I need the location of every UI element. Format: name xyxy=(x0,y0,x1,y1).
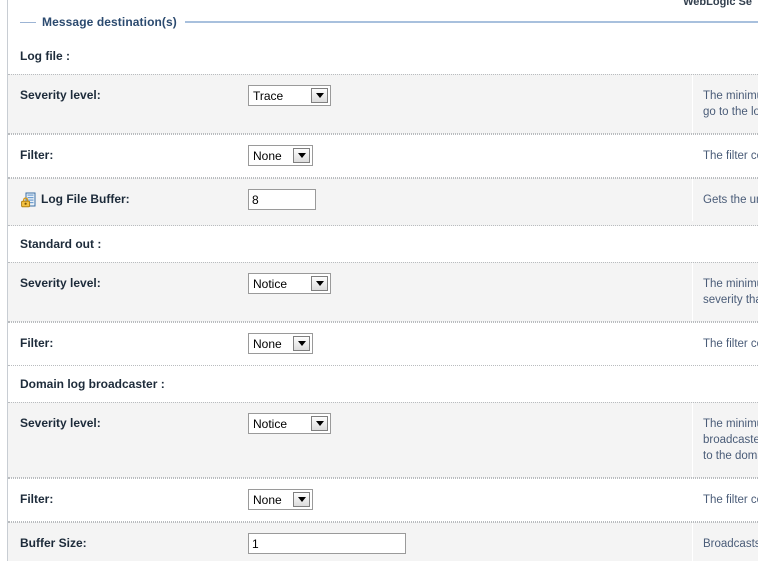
row-description: The minimum s go to the log xyxy=(692,75,758,133)
row-control-cell: 8 xyxy=(248,179,692,220)
description-line: go to the log xyxy=(703,106,758,118)
dropdown-value: Notice xyxy=(253,417,288,431)
row-control-cell: None xyxy=(248,135,692,176)
row-description: The filter conf xyxy=(692,479,758,521)
dropdown-filter[interactable]: None xyxy=(248,333,313,354)
description-line: The filter conf xyxy=(703,338,758,350)
description-line: Gets the unde xyxy=(703,194,758,206)
dropdown-value: None xyxy=(253,149,282,163)
group-heading: Log file : xyxy=(8,38,758,74)
row-label: Buffer Size: xyxy=(20,536,87,550)
description-line: Broadcasts lo xyxy=(703,538,758,550)
description-line: severity than xyxy=(703,294,758,306)
section-title: Message destination(s) xyxy=(42,15,177,29)
description-line: The minimum s xyxy=(703,418,758,430)
dropdown-filter[interactable]: None xyxy=(248,489,313,510)
chevron-down-icon[interactable] xyxy=(293,148,310,163)
row-label-cell: Severity level: xyxy=(8,75,248,116)
section-header-message-destinations: Message destination(s) xyxy=(8,14,758,30)
row-label: Log File Buffer: xyxy=(41,192,130,206)
dropdown-severitylevel[interactable]: Notice xyxy=(248,413,331,434)
description-line: The filter conf xyxy=(703,494,758,506)
description-line: to the domain xyxy=(703,450,758,462)
input-logfilebuffer[interactable]: 8 xyxy=(248,189,316,210)
section-header-rule xyxy=(184,21,758,23)
row-label-cell: Severity level: xyxy=(8,263,248,304)
row-label-cell: Filter: xyxy=(8,479,248,520)
chevron-down-icon[interactable] xyxy=(311,416,328,431)
table-row: Severity level: Trace The minimum s go to t… xyxy=(8,74,758,134)
row-description: The minimum s severity than xyxy=(692,263,758,321)
table-row: Filter: None The filter conf xyxy=(8,478,758,522)
description-line: The minimum s xyxy=(703,90,758,102)
row-control-cell: Notice xyxy=(248,263,692,304)
table-row: Severity level: Notice The minimum s broadc… xyxy=(8,402,758,478)
dropdown-filter[interactable]: None xyxy=(248,145,313,166)
row-label: Filter: xyxy=(20,336,54,350)
row-control-cell: None xyxy=(248,323,692,364)
row-label-cell: Buffer Size: xyxy=(8,523,248,561)
row-description: Broadcasts lo xyxy=(692,523,758,561)
dropdown-severitylevel[interactable]: Trace xyxy=(248,85,331,106)
description-line: The minimum s xyxy=(703,278,758,290)
row-label: Filter: xyxy=(20,148,54,162)
table-row: Severity level: Notice The minimum s severi… xyxy=(8,262,758,322)
dropdown-value: Notice xyxy=(253,277,288,291)
input-buffersize[interactable]: 1 xyxy=(248,533,406,554)
row-description: Gets the unde xyxy=(692,179,758,221)
table-row: Buffer Size: 1 Broadcasts lo xyxy=(8,522,758,561)
destinations-table: Log file : Severity level: Trace The minimu… xyxy=(8,38,758,561)
weblogic-logging-config-page: WebLogic Se Message destination(s) Log f… xyxy=(0,0,758,561)
description-line: The filter conf xyxy=(703,150,758,162)
row-label: Severity level: xyxy=(20,88,101,102)
chevron-down-icon[interactable] xyxy=(293,492,310,507)
row-label-cell: Filter: xyxy=(8,135,248,176)
row-control-cell: None xyxy=(248,479,692,520)
row-description: The filter conf xyxy=(692,135,758,177)
lock-config-icon xyxy=(20,192,36,212)
row-label: Filter: xyxy=(20,492,54,506)
row-control-cell: Notice xyxy=(248,403,692,444)
row-label: Severity level: xyxy=(20,416,101,430)
dropdown-value: Trace xyxy=(253,89,284,103)
dropdown-value: None xyxy=(253,337,282,351)
row-label: Severity level: xyxy=(20,276,101,290)
table-row: Filter: None The filter conf xyxy=(8,322,758,366)
row-control-cell: Trace xyxy=(248,75,692,116)
description-line: broadcaster. xyxy=(703,434,758,446)
section-collapse-dash-icon[interactable] xyxy=(20,21,36,23)
row-label-cell: Log File Buffer: xyxy=(8,179,248,225)
chevron-down-icon[interactable] xyxy=(311,88,328,103)
page-title-cutoff: WebLogic Se xyxy=(683,0,752,8)
row-control-cell: 1 xyxy=(248,523,692,561)
table-row: Log File Buffer: 8 Gets the unde xyxy=(8,178,758,226)
row-label-cell: Severity level: xyxy=(8,403,248,444)
row-description: The minimum s broadcaster. to the domain xyxy=(692,403,758,477)
chevron-down-icon[interactable] xyxy=(293,336,310,351)
group-heading: Domain log broadcaster : xyxy=(8,366,758,402)
dropdown-value: None xyxy=(253,493,282,507)
row-description: The filter conf xyxy=(692,323,758,365)
group-heading: Standard out : xyxy=(8,226,758,262)
chevron-down-icon[interactable] xyxy=(311,276,328,291)
dropdown-severitylevel[interactable]: Notice xyxy=(248,273,331,294)
row-label-cell: Filter: xyxy=(8,323,248,364)
table-row: Filter: None The filter conf xyxy=(8,134,758,178)
